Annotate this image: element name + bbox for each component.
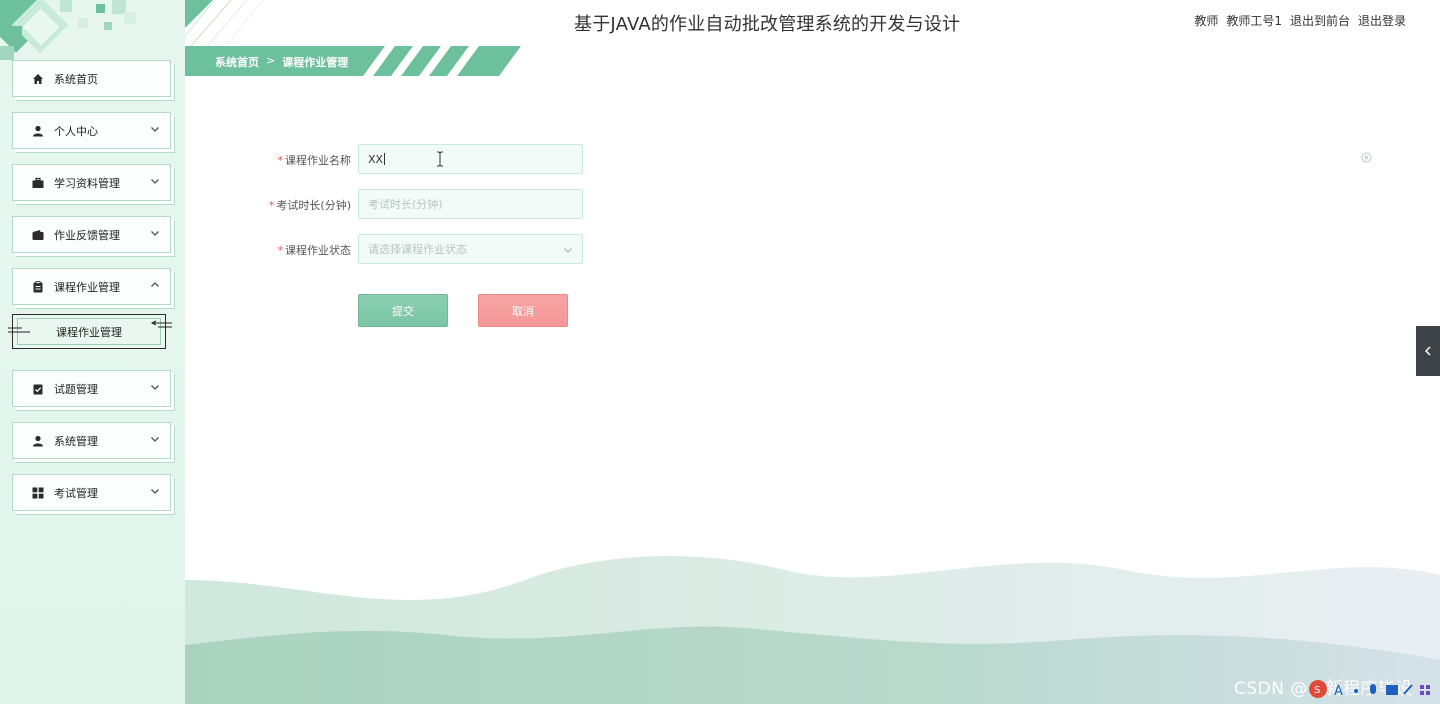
sidebar-item-system-management[interactable]: 系统管理 [12,422,171,459]
checklist-icon [32,383,44,395]
sidebar-item-label: 课程作业管理 [54,280,120,294]
breadcrumb: 系统首页 > 课程作业管理 [215,54,348,70]
breadcrumb-home[interactable]: 系统首页 [215,54,259,70]
app-title: 基于JAVA的作业自动批改管理系统的开发与设计 [574,14,961,35]
status-label-text: 课程作业状态 [285,244,351,257]
duration-label: * 考试时长(分钟) [269,197,351,213]
form-row-duration: * 考试时长(分钟) 考试时长(分钟) [185,189,605,219]
header-decoration [185,0,264,46]
exam-duration-placeholder: 考试时长(分钟) [368,198,443,211]
sidebar-item-label: 系统首页 [54,72,98,86]
submit-button[interactable]: 提交 [358,294,448,327]
status-label: * 课程作业状态 [278,242,352,258]
sidebar-item-label: 考试管理 [54,486,98,500]
submenu-item-course-homework[interactable]: 课程作业管理 [12,314,166,349]
sidebar-item-label: 个人中心 [54,124,98,138]
sidebar-item-study-materials[interactable]: 学习资料管理 [12,164,171,201]
header-user-area: 教师 教师工号1 退出到前台 退出登录 [1194,12,1406,29]
text-cursor-icon [437,151,443,167]
breadcrumb-bar: 系统首页 > 课程作业管理 [185,46,521,76]
user-icon [32,125,44,137]
chevron-up-icon [150,280,160,290]
svg-text:S: S [1314,685,1320,696]
name-label: * 课程作业名称 [278,152,352,168]
chevron-down-icon [150,124,160,134]
sidebar-item-home[interactable]: 系统首页 [12,60,171,97]
required-mark: * [277,244,284,257]
chevron-down-icon [563,245,573,255]
user-icon [32,435,44,447]
close-circle-icon[interactable] [1361,152,1372,163]
sidebar: 系统首页 个人中心 学习资料管理 作业反馈管理 课程作业管理 试题管理 系统管理… [0,0,185,704]
user-name: 教师工号1 [1226,14,1282,28]
side-panel-toggle[interactable] [1416,326,1440,376]
ime-toolbar: S A [1309,680,1430,699]
sidebar-item-personal-center[interactable]: 个人中心 [12,112,171,149]
clipboard-icon [32,280,44,293]
wallet-icon [32,229,44,241]
sidebar-item-course-homework[interactable]: 课程作业管理 [12,268,171,305]
form-row-name: * 课程作业名称 XX [185,144,605,174]
svg-text:A: A [1334,684,1343,699]
homework-status-select[interactable]: 请选择课程作业状态 [358,234,583,264]
sidebar-item-label: 试题管理 [54,382,98,396]
exam-duration-input[interactable]: 考试时长(分钟) [358,189,583,219]
sidebar-item-label: 作业反馈管理 [54,228,120,242]
duration-label-text: 考试时长(分钟) [276,199,351,212]
chevron-left-icon [1424,346,1431,356]
homework-status-placeholder: 请选择课程作业状态 [368,243,467,256]
breadcrumb-current: 课程作业管理 [282,56,349,69]
form-row-status: * 课程作业状态 请选择课程作业状态 [185,234,605,264]
sidebar-item-exam-management[interactable]: 考试管理 [12,474,171,511]
logout-link[interactable]: 退出登录 [1358,12,1406,29]
home-icon [32,73,44,85]
name-label-text: 课程作业名称 [285,154,351,167]
required-mark: * [277,154,284,167]
exit-to-front-link[interactable]: 退出到前台 [1290,12,1350,29]
required-mark: * [268,199,275,212]
chevron-down-icon [150,434,160,444]
sidebar-item-label: 系统管理 [54,434,98,448]
sidebar-item-label: 学习资料管理 [54,176,120,190]
chevron-down-icon [150,176,160,186]
chevron-down-icon [150,228,160,238]
chevron-down-icon [150,486,160,496]
text-caret [384,153,386,165]
user-role: 教师 [1194,14,1219,28]
sidebar-item-homework-feedback[interactable]: 作业反馈管理 [12,216,171,253]
breadcrumb-separator: > [266,54,276,67]
cancel-button[interactable]: 取消 [478,294,568,327]
grid-icon [32,487,44,499]
arrow-right-icon [8,327,30,333]
arrow-left-icon [150,320,172,328]
sidebar-item-question-bank[interactable]: 试题管理 [12,370,171,407]
briefcase-icon [32,177,44,189]
chevron-down-icon [150,382,160,392]
homework-name-value: XX [368,152,384,166]
submenu-item-label: 课程作业管理 [56,325,122,339]
homework-name-input[interactable]: XX [358,144,583,174]
